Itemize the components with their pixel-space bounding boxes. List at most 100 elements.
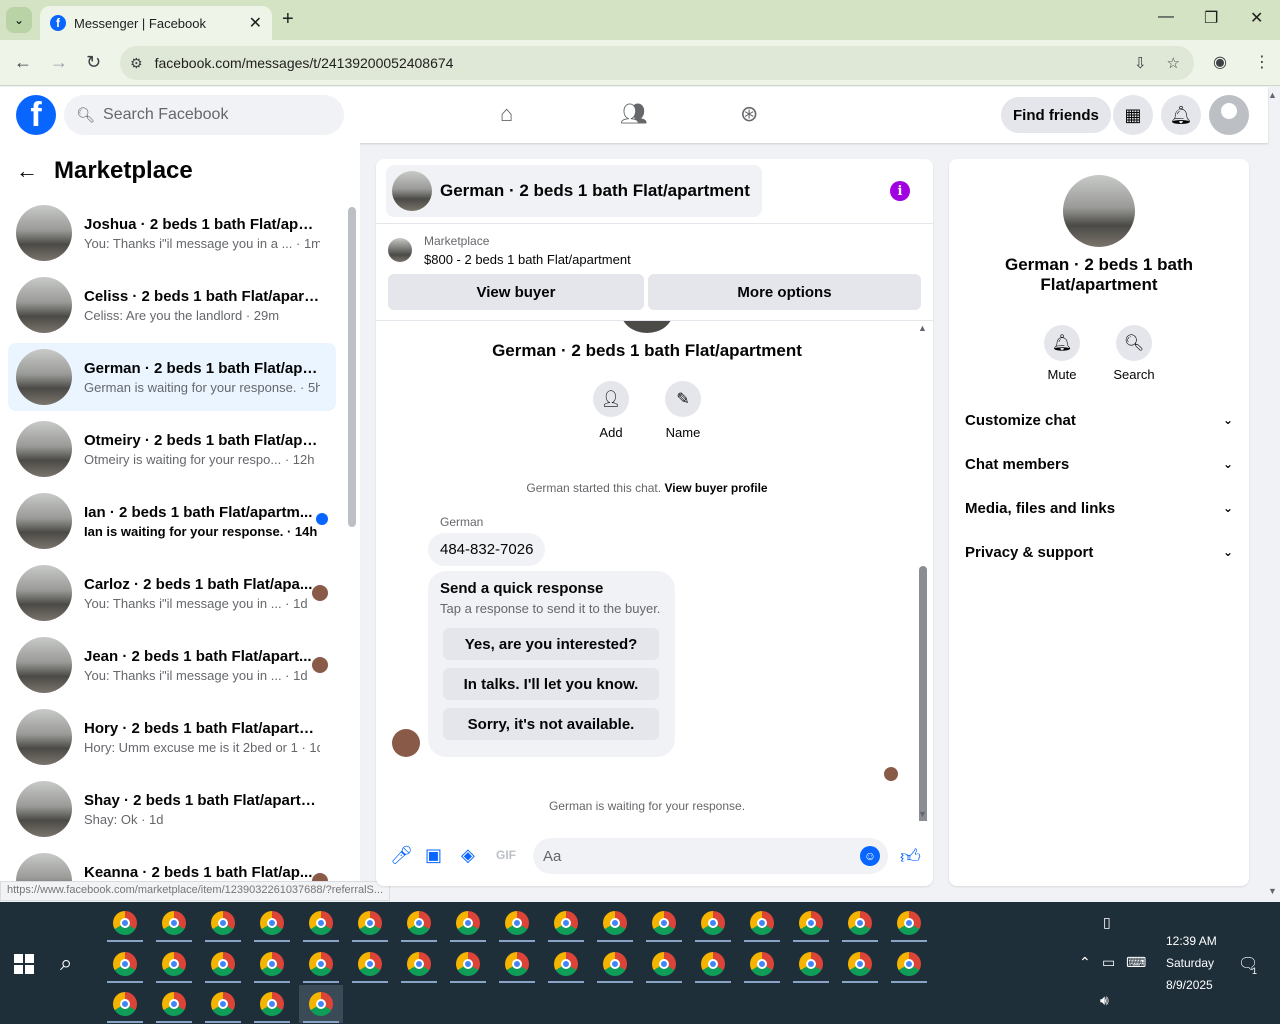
reload-button[interactable]: ↻ [86,52,101,73]
browser-profile-icon[interactable]: ◉ [1213,52,1227,72]
media-files-links-row[interactable]: Media, files and links ⌄ [965,496,1233,520]
conversation-item[interactable]: German · 2 beds 1 bath Flat/apa... German… [8,343,336,411]
chrome-window-icon[interactable] [740,945,784,983]
conversation-item[interactable]: Carloz · 2 beds 1 bath Flat/apa... You: T… [8,559,336,627]
chrome-window-icon[interactable] [642,904,686,942]
home-icon[interactable]: ⌂ [500,101,513,127]
conversation-item[interactable]: Hory · 2 beds 1 bath Flat/apartm... Hory:… [8,703,336,771]
photo-icon[interactable]: ▣ [425,845,442,866]
conversation-item[interactable]: Celiss · 2 beds 1 bath Flat/apart... Celi… [8,271,336,339]
chrome-window-icon[interactable] [397,904,441,942]
quick-response-button[interactable]: Sorry, it's not available. [443,708,659,740]
info-icon[interactable]: i [890,181,910,201]
chat-header[interactable]: German · 2 beds 1 bath Flat/apartment [386,165,762,217]
chat-members-row[interactable]: Chat members ⌄ [965,452,1233,476]
microphone-icon[interactable]: 🎤︎ [390,845,413,866]
chrome-window-icon[interactable] [544,945,588,983]
view-buyer-profile-link[interactable]: View buyer profile [664,481,767,495]
volume-icon[interactable]: 🔊︎ [1100,992,1109,1009]
tray-overflow-chevron-icon[interactable]: ⌃ [1079,954,1091,971]
notifications-bell-icon[interactable]: 🔔︎ [1161,95,1201,135]
quick-response-button[interactable]: In talks. I'll let you know. [443,668,659,700]
site-info-icon[interactable]: ⚙ [130,55,143,72]
conversation-item[interactable]: Joshua · 2 beds 1 bath Flat/apart... You:… [8,199,336,267]
minimize-button[interactable]: — [1158,8,1174,26]
emoji-icon[interactable]: ☺ [860,846,880,866]
thread-scrollbar[interactable] [919,566,927,821]
browser-tab[interactable]: f Messenger | Facebook ✕ [40,6,272,40]
facebook-search-input[interactable]: 🔍︎ Search Facebook [64,95,344,135]
taskbar-search-icon[interactable]: ⌕ [60,950,72,976]
clock-day[interactable]: Saturday [1166,956,1214,970]
chat-list-scrollbar[interactable] [348,207,356,527]
menu-grid-icon[interactable]: ▦ [1113,95,1153,135]
close-window-button[interactable]: ✕ [1250,8,1263,28]
windows-start-icon[interactable] [14,954,34,974]
view-buyer-button[interactable]: View buyer [388,274,644,310]
facebook-logo[interactable]: f [16,95,56,135]
account-avatar[interactable] [1209,95,1249,135]
groups-icon[interactable]: ⊛ [740,101,758,127]
page-scroll-down-arrow[interactable]: ▼ [1268,886,1277,896]
message-input[interactable]: Aa ☺ [533,838,888,874]
close-tab-icon[interactable]: ✕ [249,13,262,33]
chrome-window-icon[interactable] [103,904,147,942]
conversation-item[interactable]: Otmeiry · 2 beds 1 bath Flat/apa... Otmei… [8,415,336,483]
more-options-button[interactable]: More options [648,274,921,310]
chrome-window-icon[interactable] [446,945,490,983]
new-tab-button[interactable]: + [282,8,294,31]
chrome-window-icon[interactable] [740,904,784,942]
thumbs-up-icon[interactable]: 👍︎ [900,845,921,869]
chrome-window-icon[interactable] [495,945,539,983]
tray-device-icon[interactable]: ▯ [1103,914,1111,931]
chrome-window-icon[interactable] [789,945,833,983]
chrome-window-icon[interactable] [446,904,490,942]
conversation-item[interactable]: Ian · 2 beds 1 bath Flat/apartm... Ian is… [8,487,336,555]
search-action[interactable]: 🔍︎ Search [1104,325,1164,382]
add-action[interactable]: 👤︎ Add [581,381,641,440]
conversation-item[interactable]: Shay · 2 beds 1 bath Flat/apartm... Shay:… [8,775,336,843]
chrome-window-icon[interactable] [593,945,637,983]
chrome-window-icon[interactable] [103,945,147,983]
tab-search-dropdown[interactable]: ⌄ [6,7,32,33]
chrome-window-icon[interactable] [397,945,441,983]
chrome-window-icon[interactable] [495,904,539,942]
address-bar[interactable]: ⚙ facebook.com/messages/t/24139200052408… [120,46,1194,80]
chrome-window-icon[interactable] [593,904,637,942]
chrome-window-icon[interactable] [152,904,196,942]
chrome-window-icon[interactable] [250,904,294,942]
keyboard-icon[interactable]: ⌨ [1126,954,1146,971]
privacy-support-row[interactable]: Privacy & support ⌄ [965,540,1233,564]
name-action[interactable]: ✎ Name [653,381,713,440]
install-app-icon[interactable]: ⇩ [1134,54,1147,72]
chrome-window-icon[interactable] [299,904,343,942]
friends-icon[interactable]: 👥︎ [620,101,648,127]
message-bubble[interactable]: 484-832-7026 [428,533,546,566]
thread-scroll-down-arrow[interactable]: ▼ [918,809,927,819]
page-scroll-up-arrow[interactable]: ▲ [1268,90,1277,100]
chrome-window-icon[interactable] [691,904,735,942]
chrome-window-icon[interactable] [887,904,931,942]
network-icon[interactable]: ▭ [1102,954,1115,971]
forward-button[interactable]: → [50,52,68,73]
sticker-icon[interactable]: ◈ [461,845,475,866]
clock-time[interactable]: 12:39 AM [1166,934,1217,948]
bookmark-star-icon[interactable]: ☆ [1167,54,1180,72]
chrome-window-icon[interactable] [152,985,196,1023]
chrome-window-icon[interactable] [299,945,343,983]
gif-icon[interactable]: GIF [496,848,516,862]
back-button[interactable]: ← [14,52,32,73]
chrome-window-icon[interactable] [348,945,392,983]
clock-date[interactable]: 8/9/2025 [1166,978,1213,992]
quick-response-button[interactable]: Yes, are you interested? [443,628,659,660]
restore-button[interactable]: ❐ [1204,8,1218,28]
chrome-window-icon[interactable] [250,945,294,983]
chrome-window-icon[interactable] [642,945,686,983]
chrome-window-icon[interactable] [838,945,882,983]
chrome-window-icon[interactable] [838,904,882,942]
chrome-window-icon[interactable] [348,904,392,942]
chrome-window-icon[interactable] [201,904,245,942]
chrome-window-icon[interactable] [201,985,245,1023]
chrome-window-icon[interactable] [887,945,931,983]
chrome-window-icon[interactable] [103,985,147,1023]
